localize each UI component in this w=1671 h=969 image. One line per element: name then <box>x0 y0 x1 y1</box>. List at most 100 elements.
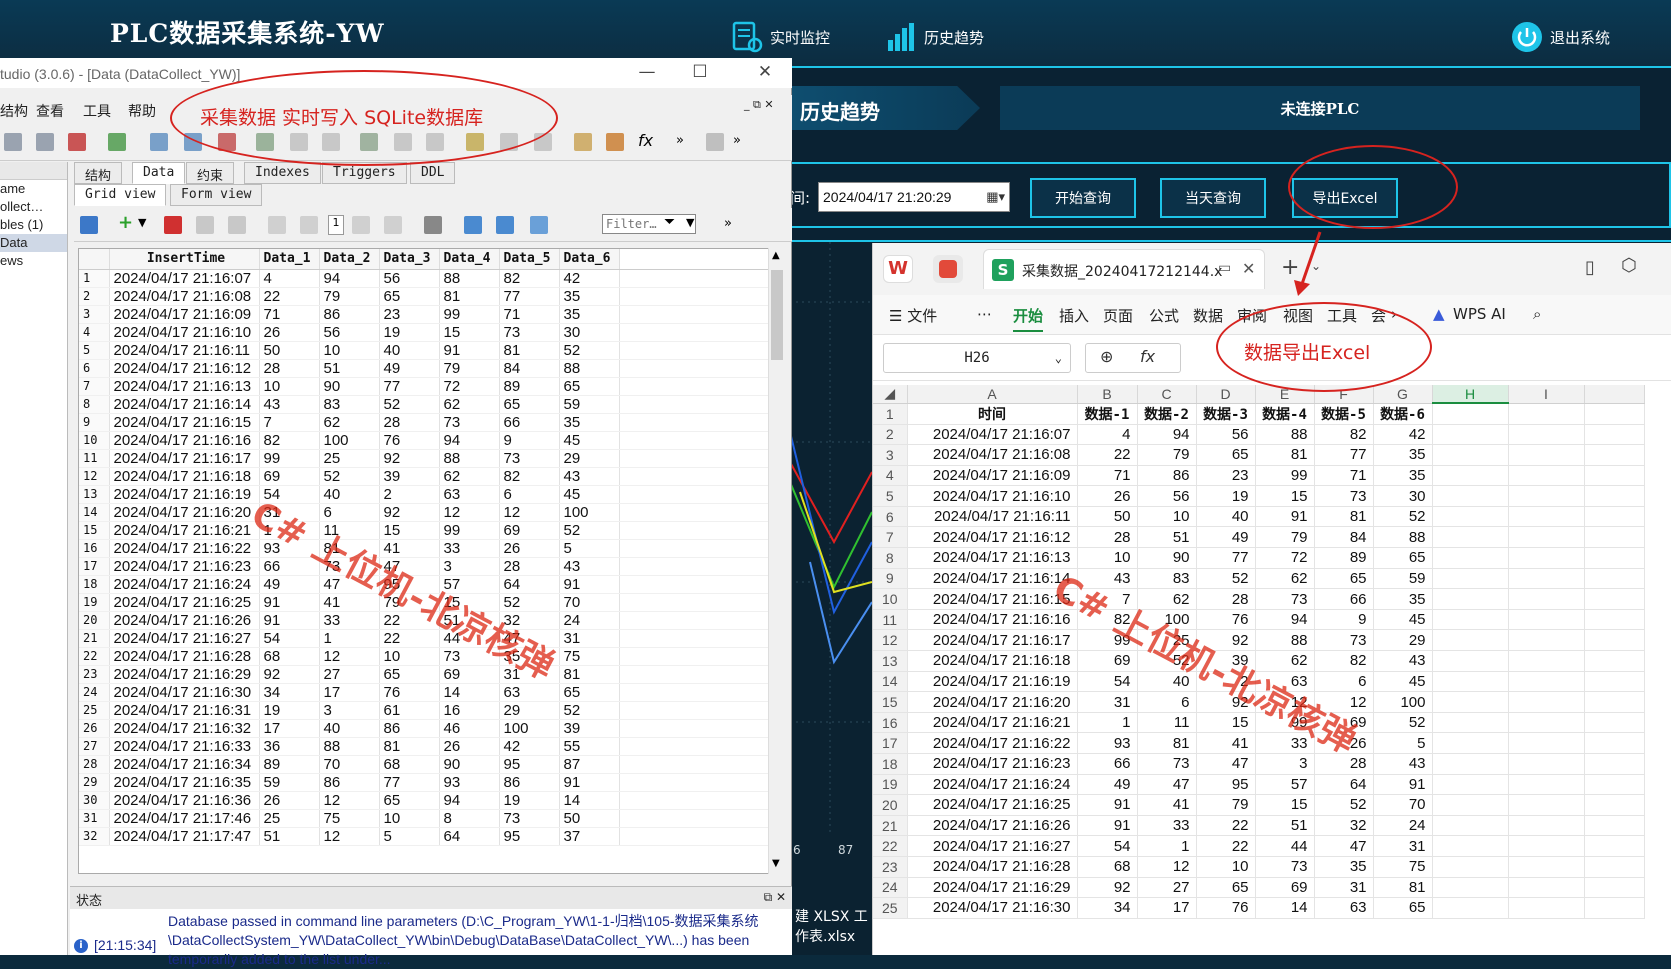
add-row-dropdown-icon[interactable]: ▼ <box>138 216 146 229</box>
sheet-row[interactable]: 5 2024/04/17 21:16:10 26 56 19 15 73 30 <box>873 485 1645 507</box>
grid-cell[interactable]: 35 <box>559 287 620 306</box>
sheet-cell[interactable]: 62 <box>1255 568 1315 590</box>
sheet-cell[interactable]: 56 <box>1196 424 1256 446</box>
sheet-cell[interactable]: 69 <box>1077 650 1138 672</box>
grid-cell[interactable]: 2024/04/17 21:16:21 <box>109 521 260 540</box>
grid-cell[interactable]: 71 <box>499 305 560 324</box>
db-remove-icon[interactable] <box>68 133 86 151</box>
grid-cell[interactable]: 56 <box>379 269 440 288</box>
row-header[interactable]: 19 <box>873 774 908 796</box>
sheet-cell[interactable] <box>1584 506 1645 528</box>
tab-screen-icon[interactable]: ▭ <box>1218 260 1231 276</box>
grid-cell[interactable]: 26 <box>499 539 560 558</box>
sheet-cell[interactable]: 73 <box>1255 856 1315 878</box>
sheet-cell[interactable]: 28 <box>1077 526 1138 549</box>
sheet-cell[interactable] <box>1508 403 1585 425</box>
grid-cell[interactable]: 26 <box>259 323 320 342</box>
sheet-cell[interactable]: 86 <box>1137 465 1197 487</box>
sheet-cell[interactable]: 65 <box>1196 444 1256 466</box>
sheet-cell[interactable] <box>1508 671 1585 693</box>
sheet-cell[interactable]: 41 <box>1196 732 1256 754</box>
grid-cell[interactable]: 92 <box>259 665 320 684</box>
sheet-cell[interactable]: 79 <box>1137 444 1197 466</box>
row-header[interactable]: 3 <box>873 444 908 466</box>
sheet-cell[interactable]: 22 <box>1077 444 1138 466</box>
sheet-cell[interactable] <box>1432 732 1509 754</box>
grid-cell[interactable]: 22 <box>379 629 440 648</box>
row-header[interactable]: 22 <box>873 835 908 857</box>
grid-cell[interactable]: 94 <box>439 431 500 450</box>
grid-cell[interactable]: 94 <box>439 791 500 810</box>
row-header[interactable]: 23 <box>873 856 908 878</box>
grid-cell[interactable]: 70 <box>319 755 380 774</box>
sheet-cell[interactable]: 81 <box>1314 506 1374 528</box>
ribbon-tab-formula[interactable]: 公式 <box>1149 305 1179 326</box>
grid-cell[interactable]: 2024/04/17 21:16:23 <box>109 557 260 576</box>
sheet-cell[interactable]: 2024/04/17 21:16:14 <box>907 568 1078 590</box>
sheet-cell[interactable]: 22 <box>1196 835 1256 857</box>
grid-cell[interactable]: 49 <box>259 575 320 594</box>
sheet-cell[interactable] <box>1584 485 1645 507</box>
page-number-field[interactable]: 1 <box>328 215 344 235</box>
sheet-cell[interactable]: 52 <box>1373 506 1433 528</box>
grid-cell[interactable]: 3 <box>439 557 500 576</box>
grid-cell[interactable]: 52 <box>559 701 620 720</box>
sheet-cell[interactable] <box>1508 506 1585 528</box>
table-row[interactable]: 29 2024/04/17 21:16:35 59 86 77 93 86 91 <box>79 773 769 792</box>
sheet-cell[interactable]: 76 <box>1196 609 1256 631</box>
sheet-row[interactable]: 11 2024/04/17 21:16:16 82 100 76 94 9 45 <box>873 609 1645 631</box>
grid-cell[interactable]: 22 <box>259 287 320 306</box>
sheet-cell[interactable]: 5 <box>1373 732 1433 754</box>
grid-cell[interactable]: 49 <box>379 359 440 378</box>
grid-cell[interactable]: 17 <box>259 719 320 738</box>
grid-cell[interactable]: 15 <box>379 521 440 540</box>
grid-cell[interactable]: 2024/04/17 21:16:35 <box>109 773 260 792</box>
grid-cell[interactable]: 12 <box>319 647 380 666</box>
grid-cell[interactable]: 35 <box>559 413 620 432</box>
grid-cell[interactable]: 69 <box>439 665 500 684</box>
sheet-cell[interactable]: 77 <box>1196 547 1256 569</box>
grid-cell[interactable]: 66 <box>499 413 560 432</box>
sheet-cell[interactable]: 83 <box>1137 568 1197 590</box>
grid-cell[interactable]: 24 <box>559 611 620 630</box>
column-header-j[interactable] <box>1584 385 1645 404</box>
column-header-c[interactable]: C <box>1137 385 1197 404</box>
grid-cell[interactable]: 81 <box>379 737 440 756</box>
sql-editor-icon[interactable] <box>574 133 592 151</box>
sheet-row[interactable]: 6 2024/04/17 21:16:11 50 10 40 91 81 52 <box>873 506 1645 528</box>
sheet-cell[interactable]: 11 <box>1137 712 1197 734</box>
sheet-cell[interactable] <box>1432 465 1509 487</box>
table-row[interactable]: 32 2024/04/17 21:17:47 51 12 5 64 95 37 <box>79 827 769 846</box>
grid-cell[interactable]: 2024/04/17 21:16:07 <box>109 269 260 288</box>
query-date-picker[interactable]: 2024/04/17 21:20:29 ▦▾ <box>818 182 1010 212</box>
grid-cell[interactable]: 2024/04/17 21:17:46 <box>109 809 260 828</box>
sheet-cell[interactable] <box>1584 547 1645 569</box>
sheet-cell[interactable]: 43 <box>1373 753 1433 775</box>
grid-cell[interactable]: 2024/04/17 21:16:24 <box>109 575 260 594</box>
sheet-cell[interactable]: 54 <box>1077 835 1138 857</box>
sheet-cell[interactable]: 2024/04/17 21:16:27 <box>907 835 1078 857</box>
grid-cell[interactable]: 31 <box>559 629 620 648</box>
sheet-cell[interactable] <box>1432 444 1509 466</box>
row-header[interactable]: 14 <box>873 671 908 693</box>
grid-cell[interactable]: 77 <box>379 773 440 792</box>
grid-cell[interactable]: 50 <box>559 809 620 828</box>
sheet-cell[interactable]: 14 <box>1255 897 1315 919</box>
sheet-cell[interactable]: 45 <box>1373 671 1433 693</box>
table-row[interactable]: 14 2024/04/17 21:16:20 31 6 92 12 12 100 <box>79 503 769 522</box>
ribbon-tab-page[interactable]: 页面 <box>1103 305 1133 326</box>
sheet-header-cell[interactable]: 数据-6 <box>1373 403 1433 425</box>
row-header[interactable]: 11 <box>873 609 908 631</box>
grid-cell[interactable]: 71 <box>259 305 320 324</box>
column-width-icon[interactable] <box>464 216 482 234</box>
row-header[interactable]: 9 <box>873 568 908 590</box>
grid-cell[interactable]: 52 <box>499 593 560 612</box>
grid-cell[interactable]: 2024/04/17 21:16:17 <box>109 449 260 468</box>
grid-cell[interactable]: 88 <box>319 737 380 756</box>
tree-item-views[interactable]: ews <box>0 252 67 270</box>
sheet-cell[interactable] <box>1508 588 1585 610</box>
commit-icon[interactable] <box>196 216 214 234</box>
scrollbar-thumb[interactable] <box>771 270 783 360</box>
row-header[interactable]: 6 <box>873 506 908 528</box>
filter-dropdown-icon[interactable]: ▼ <box>686 216 694 229</box>
